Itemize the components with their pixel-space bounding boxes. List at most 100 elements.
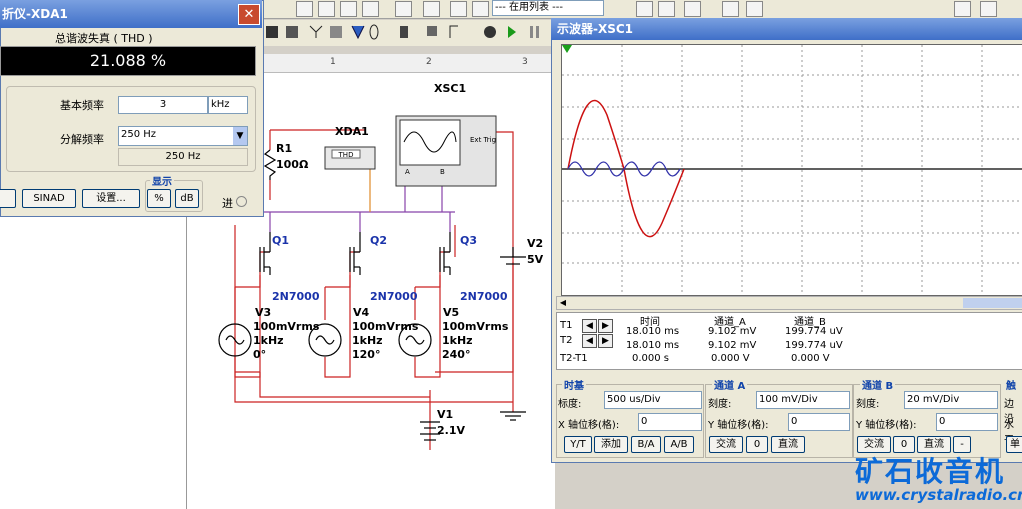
yt-button[interactable]: Y/T — [564, 436, 592, 453]
toolbar-button-11[interactable] — [684, 1, 701, 17]
channel-b-ypos-label: Y 轴位移(格): — [856, 420, 917, 431]
channel-a-ypos-input[interactable]: 0 — [788, 413, 850, 431]
v3-name: V3 — [255, 306, 271, 319]
input-terminal-label: 进 — [222, 197, 233, 210]
toolbar-button-5[interactable] — [395, 1, 412, 17]
v5-name: V5 — [443, 306, 459, 319]
v1-name: V1 — [437, 408, 453, 421]
toolbar-button-1[interactable] — [296, 1, 313, 17]
thd-reading-display: 21.088 % — [0, 46, 256, 76]
instrument-icon-2 — [286, 26, 298, 38]
thd-measure-label: 总谐波失真 ( THD ) — [55, 32, 153, 45]
oscilloscope-graph — [562, 45, 1022, 295]
instrument-icon-4 — [330, 26, 342, 38]
channel-a-scale-input[interactable]: 100 mV/Div — [756, 391, 850, 409]
resolution-freq-selected: 250 Hz — [121, 129, 157, 140]
t2-ch-b: 199.774 uV — [785, 340, 843, 351]
xsc1-ext-trig-label: Ext Trig — [470, 136, 496, 144]
scope-horizontal-scrollbar[interactable]: ◀ — [556, 296, 1022, 310]
timebase-xpos-label: X 轴位移(格): — [558, 420, 620, 431]
q2-label: Q2 — [370, 234, 387, 247]
in-use-list-dropdown[interactable]: --- 在用列表 --- — [492, 0, 604, 16]
ruler-mark-1: 1 — [330, 57, 336, 67]
add-button[interactable]: 添加 — [594, 436, 628, 453]
chevron-down-icon[interactable]: ▼ — [233, 127, 247, 145]
main-toolbar: --- 在用列表 --- — [260, 0, 1022, 19]
channel-b-ypos-input[interactable]: 0 — [936, 413, 998, 431]
thd-button[interactable] — [0, 189, 16, 208]
fundamental-freq-unit[interactable]: kHz — [208, 96, 248, 114]
v1-value: 2.1V — [437, 424, 465, 437]
oscilloscope-titlebar[interactable]: 示波器-XSC1 — [551, 18, 1022, 40]
toolbar-button-13[interactable] — [746, 1, 763, 17]
t1-right-arrow-icon[interactable]: ▶ — [598, 319, 613, 333]
channel-a-ac-button[interactable]: 交流 — [709, 436, 743, 453]
timebase-scale-input[interactable]: 500 us/Div — [604, 391, 702, 409]
instrument-icon-6 — [369, 24, 379, 40]
scroll-left-icon[interactable]: ◀ — [557, 297, 569, 309]
ruler-mark-3: 3 — [522, 57, 528, 67]
v4-phase: 120° — [352, 348, 380, 361]
timebase-scale-label: 标度: — [558, 399, 582, 410]
toolbar-button-4[interactable] — [362, 1, 379, 17]
pane-divider — [186, 215, 187, 509]
scope-grid — [562, 45, 1022, 295]
timebase-xpos-input[interactable]: 0 — [638, 413, 702, 431]
t2-time: 18.010 ms — [626, 340, 680, 351]
wire — [234, 225, 513, 403]
trigger-group-label: 触 — [1006, 381, 1016, 392]
v5-amplitude: 100mVrms — [442, 320, 509, 333]
toolbar-button-8[interactable] — [472, 1, 489, 17]
mosfet-q1 — [259, 232, 271, 275]
sinad-button[interactable]: SINAD — [22, 189, 76, 208]
t2-left-arrow-icon[interactable]: ◀ — [582, 334, 597, 348]
fundamental-freq-label: 基本频率 — [60, 99, 104, 112]
toolbar-button-14[interactable] — [954, 1, 971, 17]
t2-right-arrow-icon[interactable]: ▶ — [598, 334, 613, 348]
ruler-mark-2: 2 — [426, 57, 432, 67]
trigger-single-button[interactable]: 单 — [1006, 436, 1022, 453]
cursor-t1-marker — [562, 45, 572, 53]
toolbar-button-15[interactable] — [980, 1, 997, 17]
v3-phase: 0° — [253, 348, 266, 361]
t1-left-arrow-icon[interactable]: ◀ — [582, 319, 597, 333]
ab-button[interactable]: A/B — [664, 436, 694, 453]
channel-a-ypos-label: Y 轴位移(格): — [708, 420, 769, 431]
channel-a-scale-label: 刻度: — [708, 399, 732, 410]
distortion-analyzer-title: 折仪-XDA1 — [2, 7, 68, 21]
ba-button[interactable]: B/A — [631, 436, 661, 453]
toolbar-button-3[interactable] — [340, 1, 357, 17]
watermark-brand: 矿石收音机 — [855, 455, 1006, 488]
channel-a-dc-button[interactable]: 直流 — [771, 436, 805, 453]
v4-name: V4 — [353, 306, 370, 319]
db-button[interactable]: dB — [175, 189, 199, 208]
instrument-icon-9 — [449, 25, 458, 38]
toolbar-button-10[interactable] — [658, 1, 675, 17]
fundamental-freq-input[interactable]: 3 — [118, 96, 208, 114]
channel-a-zero-button[interactable]: 0 — [746, 436, 768, 453]
instrument-toolbar — [262, 20, 552, 46]
design-toolbox-pane — [0, 215, 201, 509]
toolbar-button-2[interactable] — [318, 1, 335, 17]
mosfet-q2 — [349, 232, 361, 275]
toolbar-button-7[interactable] — [450, 1, 467, 17]
instrument-play-icon — [508, 26, 516, 38]
resolution-readout: 250 Hz — [118, 148, 248, 166]
distortion-analyzer-titlebar[interactable]: 折仪-XDA1 — [0, 0, 262, 28]
r1-value: 100Ω — [276, 158, 309, 171]
scroll-thumb[interactable] — [963, 298, 1022, 308]
instrument-toolbar-icons — [266, 24, 539, 40]
settings-button[interactable]: 设置... — [82, 189, 140, 208]
v4-frequency: 1kHz — [352, 334, 383, 347]
oscilloscope-title: 示波器-XSC1 — [557, 22, 634, 36]
resolution-freq-select[interactable]: 250 Hz ▼ — [118, 126, 248, 146]
toolbar-button-9[interactable] — [636, 1, 653, 17]
resistor-r1 — [263, 149, 277, 180]
t1-time: 18.010 ms — [626, 326, 680, 337]
toolbar-button-12[interactable] — [722, 1, 739, 17]
percent-button[interactable]: % — [147, 189, 171, 208]
q1-model: 2N7000 — [272, 290, 320, 303]
close-button[interactable]: ✕ — [238, 4, 260, 25]
toolbar-button-6[interactable] — [423, 1, 440, 17]
channel-b-scale-input[interactable]: 20 mV/Div — [904, 391, 998, 409]
